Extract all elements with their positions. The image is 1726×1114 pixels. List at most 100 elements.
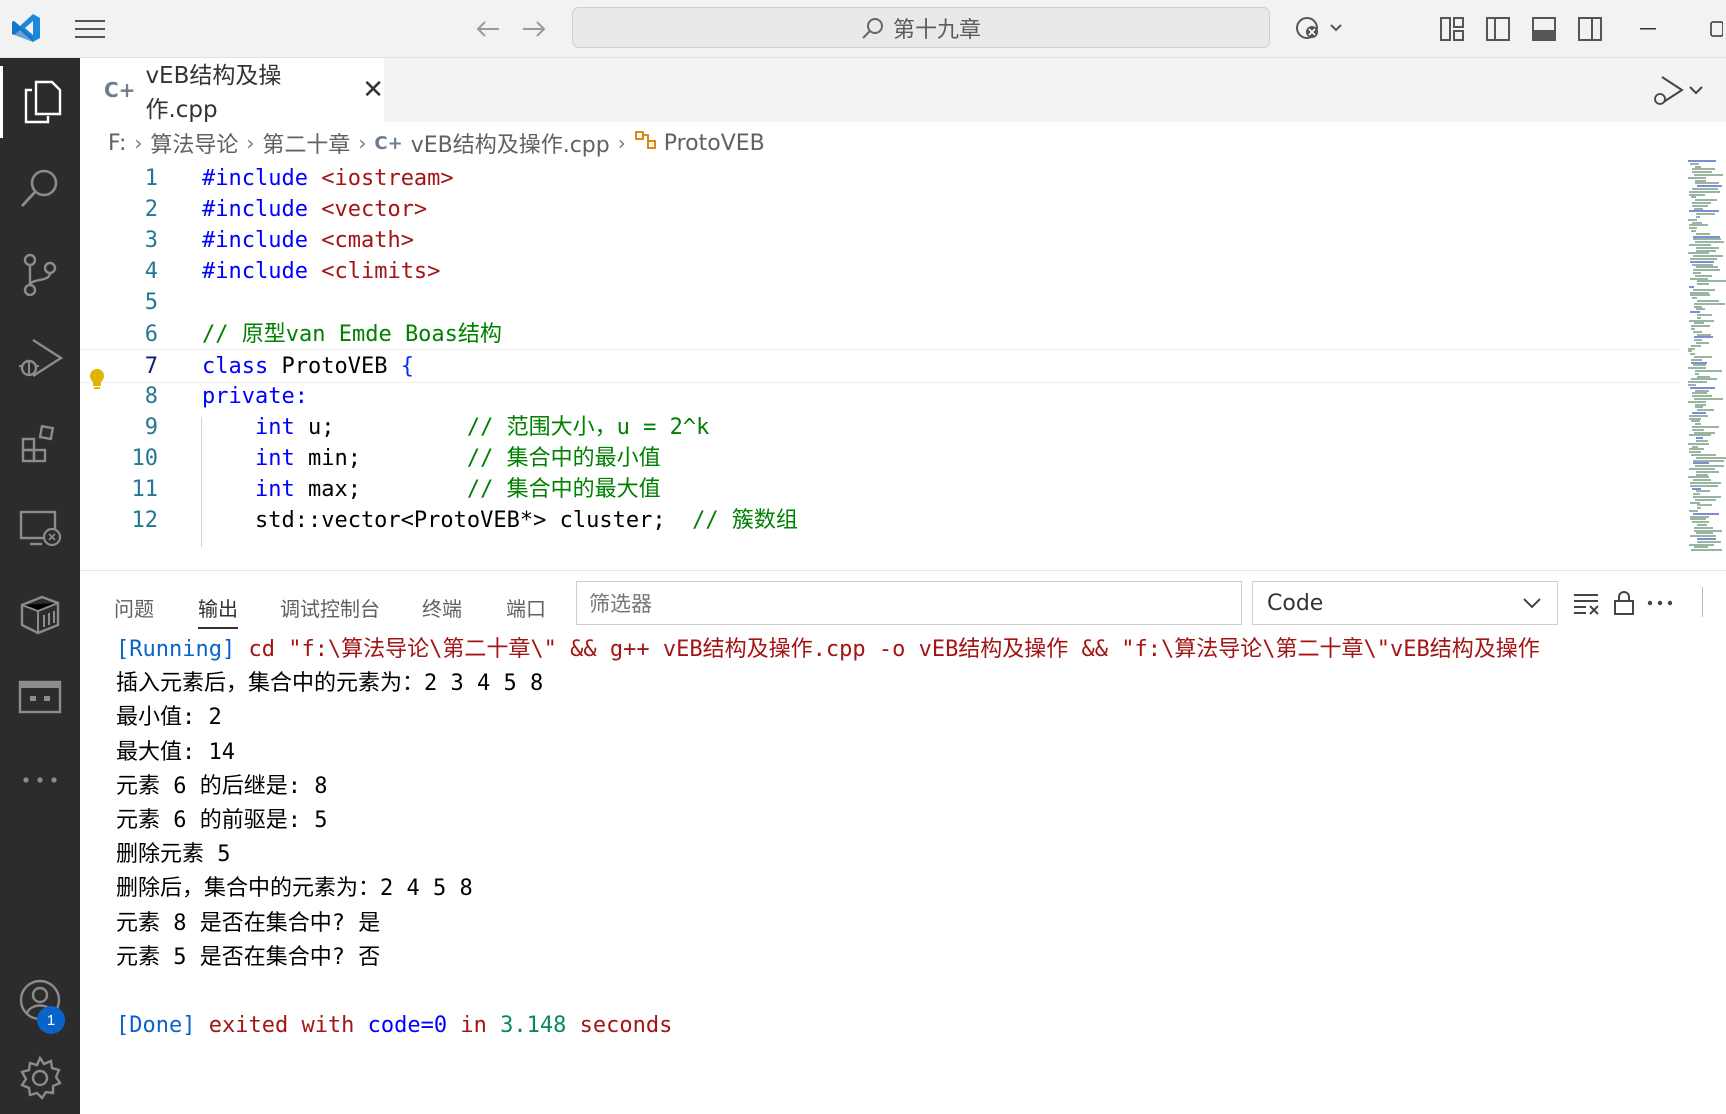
minimap-line bbox=[1689, 414, 1708, 417]
minimap-line bbox=[1696, 437, 1703, 440]
minimap-line bbox=[1691, 358, 1702, 361]
chevron-right-icon: › bbox=[134, 131, 143, 155]
code-line[interactable]: 12 std::vector<ProtoVEB*> cluster; // 簇数… bbox=[80, 504, 1680, 538]
minimap-line bbox=[1695, 465, 1724, 468]
toggle-primary-sidebar-icon[interactable] bbox=[1480, 12, 1516, 46]
minimap-line bbox=[1697, 283, 1709, 286]
minimap-line bbox=[1691, 328, 1695, 330]
code-line[interactable]: 7 class ProtoVEB { bbox=[80, 348, 1680, 383]
chevron-right-icon: › bbox=[246, 131, 255, 155]
minimap-line bbox=[1697, 409, 1714, 412]
output-running-line: [Running] cd "f:\算法导论\第二十章\" && g++ vEB结… bbox=[116, 637, 1540, 662]
line-code: #include <vector> bbox=[202, 193, 427, 227]
line-code: int max; // 集合中的最大值 bbox=[202, 473, 661, 507]
more-actions-icon[interactable] bbox=[1642, 585, 1678, 621]
line-number: 6 bbox=[144, 321, 158, 347]
code-line[interactable]: 2 #include <vector> bbox=[80, 193, 1680, 227]
code-line[interactable]: 1 #include <iostream> bbox=[80, 164, 1680, 196]
vscode-logo-icon[interactable] bbox=[8, 10, 44, 46]
remote-explorer-icon[interactable] bbox=[0, 492, 80, 564]
output-channel-select[interactable]: Code bbox=[1252, 581, 1558, 625]
minimap-line bbox=[1690, 501, 1700, 504]
maximize-icon[interactable] bbox=[1700, 12, 1726, 46]
tab-debug-console[interactable]: 调试控制台 bbox=[280, 593, 380, 629]
code-line[interactable]: 11 int max; // 集合中的最大值 bbox=[80, 473, 1680, 507]
minimap[interactable] bbox=[1686, 160, 1726, 570]
lightbulb-icon[interactable] bbox=[88, 368, 106, 396]
code-line[interactable]: 4 #include <climits> bbox=[80, 255, 1680, 289]
code-editor[interactable]: 1 #include <iostream> 2 #include <vector> 3 #… bbox=[80, 164, 1680, 570]
minimap-line bbox=[1689, 244, 1711, 246]
line-number: 4 bbox=[144, 259, 158, 285]
run-debug-icon[interactable] bbox=[0, 322, 80, 394]
output-view[interactable]: [Running] cd "f:\算法导论\第二十章\" && g++ vEB结… bbox=[116, 633, 1696, 1043]
menu-icon[interactable] bbox=[70, 12, 110, 46]
copilot-icon[interactable] bbox=[1290, 10, 1350, 46]
remote-window-icon[interactable] bbox=[0, 662, 80, 734]
back-icon[interactable] bbox=[470, 12, 506, 46]
source-control-icon[interactable] bbox=[0, 238, 80, 310]
cpp-file-icon: C+ bbox=[374, 132, 403, 154]
clear-output-icon[interactable] bbox=[1568, 585, 1604, 621]
code-line[interactable]: 10 int min; // 集合中的最小值 bbox=[80, 442, 1680, 476]
search-icon[interactable] bbox=[0, 152, 80, 224]
breadcrumb-folder[interactable]: 算法导论 bbox=[150, 127, 238, 159]
code-line[interactable]: 8 private: bbox=[80, 380, 1680, 414]
run-code-icon[interactable] bbox=[1646, 72, 1706, 110]
explorer-icon[interactable] bbox=[0, 66, 80, 138]
minimap-line bbox=[1689, 227, 1697, 230]
code-token: int bbox=[254, 414, 308, 440]
more-icon[interactable] bbox=[0, 744, 80, 816]
minimap-line bbox=[1693, 255, 1723, 258]
minimize-icon[interactable] bbox=[1630, 12, 1670, 46]
minimap-line bbox=[1692, 221, 1702, 224]
lock-icon[interactable] bbox=[1606, 585, 1642, 621]
minimap-line bbox=[1691, 361, 1707, 364]
tab-problems[interactable]: 问题 bbox=[114, 593, 154, 629]
minimap-line bbox=[1688, 442, 1709, 445]
breadcrumb-symbol[interactable]: ProtoVEB bbox=[664, 131, 765, 156]
code-line[interactable]: 6 // 原型van Emde Boas结构 bbox=[80, 318, 1680, 352]
minimap-line bbox=[1690, 515, 1709, 518]
code-token: #include bbox=[202, 259, 322, 285]
code-token: min; bbox=[307, 445, 467, 471]
minimap-line bbox=[1696, 266, 1718, 269]
minimap-line bbox=[1689, 448, 1704, 451]
minimap-line bbox=[1689, 224, 1708, 227]
line-number: 2 bbox=[144, 197, 158, 223]
minimap-line bbox=[1688, 384, 1696, 386]
minimap-line bbox=[1689, 190, 1720, 193]
customize-layout-icon[interactable] bbox=[1434, 12, 1470, 46]
tab-veb-cpp[interactable]: C+ vEB结构及操作.cpp ✕ bbox=[80, 58, 384, 123]
code-line[interactable]: 9 int u; // 范围大小，u = 2^k bbox=[80, 411, 1680, 445]
output-line: 元素 8 是否在集合中? 是 bbox=[116, 910, 381, 936]
minimap-line bbox=[1696, 213, 1715, 216]
toggle-secondary-sidebar-icon[interactable] bbox=[1572, 12, 1608, 46]
minimap-line bbox=[1695, 370, 1722, 372]
package-box-icon[interactable] bbox=[0, 578, 80, 650]
tab-output[interactable]: 输出 bbox=[198, 593, 238, 629]
minimap-line bbox=[1692, 445, 1698, 448]
minimap-line bbox=[1694, 336, 1713, 339]
activity-bar bbox=[0, 58, 80, 1114]
minimap-line bbox=[1695, 241, 1724, 244]
extensions-icon[interactable] bbox=[0, 408, 80, 480]
minimap-line bbox=[1695, 372, 1699, 375]
toggle-panel-icon[interactable] bbox=[1526, 12, 1562, 46]
tab-ports[interactable]: 端口 bbox=[506, 593, 546, 629]
output-line: 插入元素后，集合中的元素为：2 3 4 5 8 bbox=[116, 671, 544, 697]
breadcrumb-folder[interactable]: 第二十章 bbox=[262, 127, 350, 159]
close-icon[interactable]: ✕ bbox=[362, 75, 384, 105]
command-center-search[interactable]: 第十九章 bbox=[572, 7, 1270, 48]
code-line[interactable]: 5 bbox=[80, 286, 1680, 320]
breadcrumb-file[interactable]: vEB结构及操作.cpp bbox=[411, 127, 610, 159]
manage-gear-icon[interactable] bbox=[0, 1042, 80, 1114]
filter-input[interactable]: 筛选器 bbox=[576, 581, 1242, 625]
forward-icon[interactable] bbox=[516, 12, 552, 46]
minimap-line bbox=[1695, 406, 1703, 409]
code-line[interactable]: 3 #include <cmath> bbox=[80, 224, 1680, 258]
breadcrumb-drive[interactable]: F: bbox=[108, 131, 126, 156]
tab-terminal[interactable]: 终端 bbox=[422, 593, 462, 629]
line-number: 9 bbox=[144, 414, 158, 440]
